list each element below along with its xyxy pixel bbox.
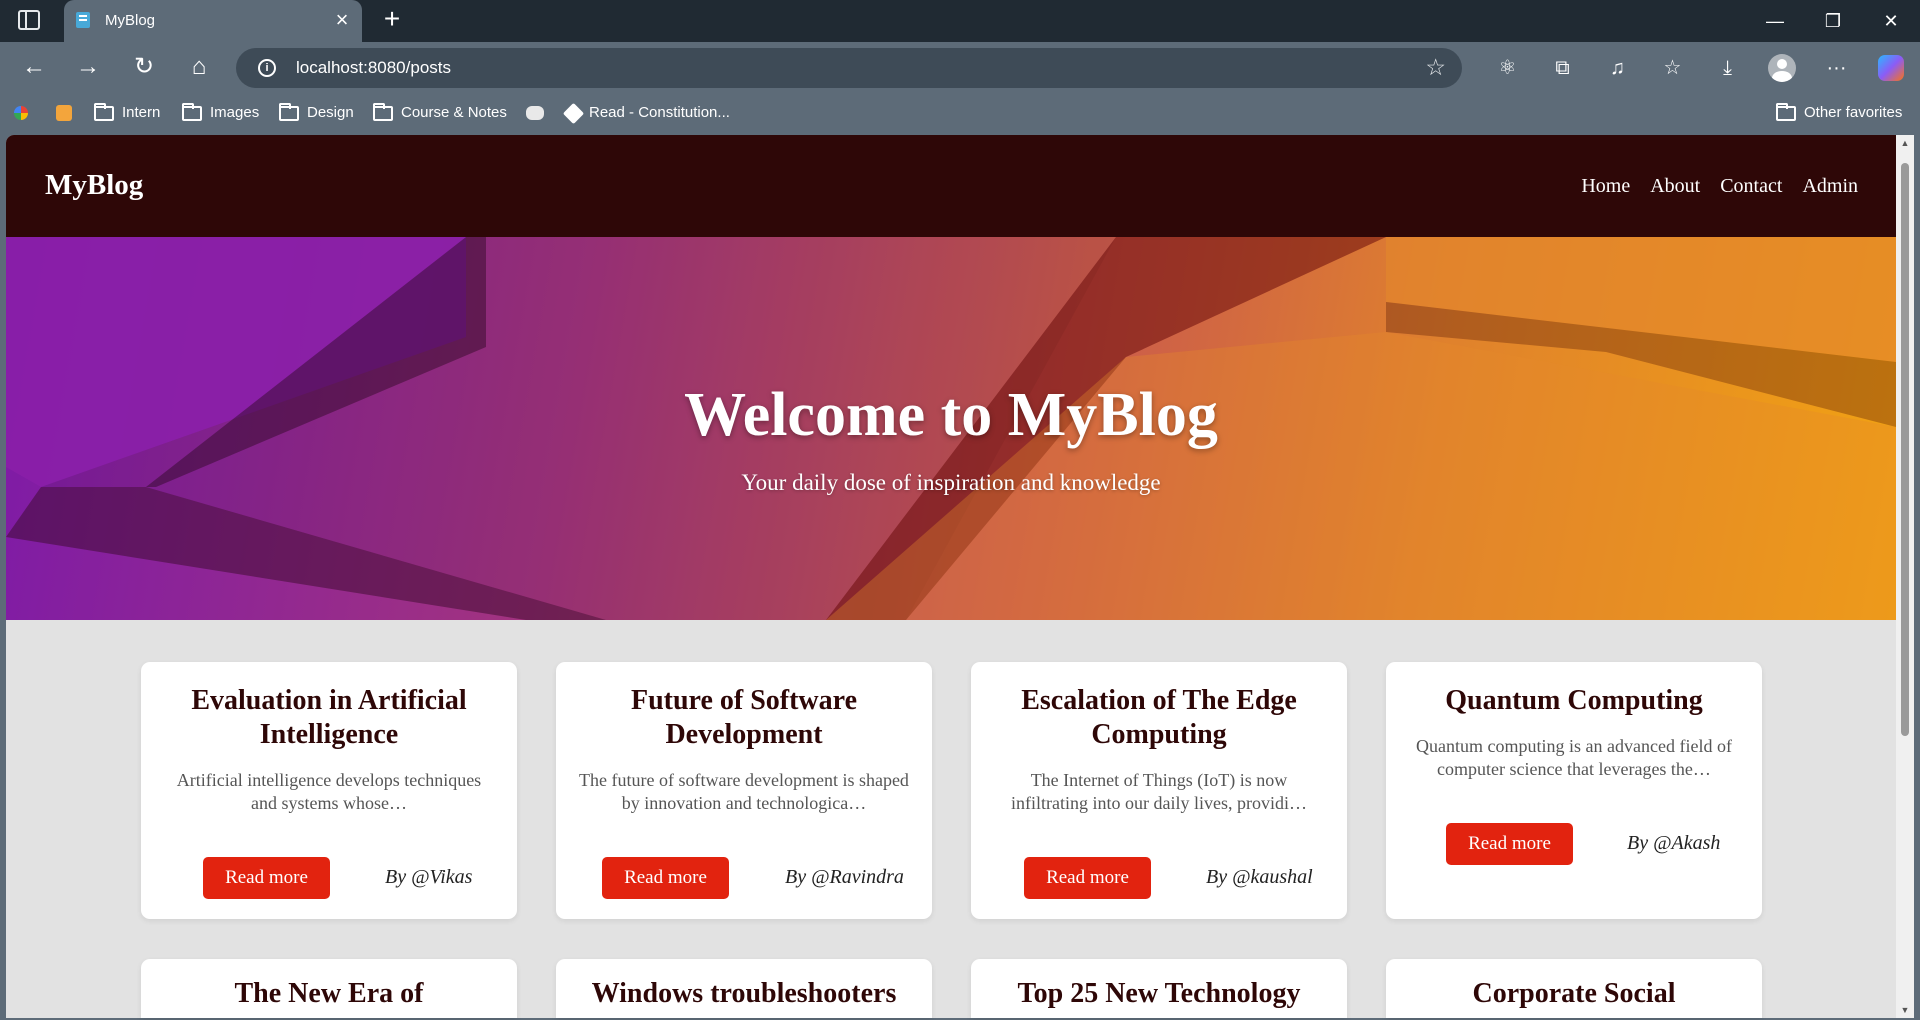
post-title[interactable]: Corporate Social — [1404, 977, 1744, 1011]
media-icon[interactable]: ♫ — [1590, 52, 1645, 84]
folder-icon — [1776, 102, 1796, 121]
window-controls: — ❐ ✕ — [1746, 0, 1920, 42]
copilot-icon[interactable] — [1878, 55, 1904, 81]
browser-titlebar: MyBlog × + — ❐ ✕ — [0, 0, 1920, 42]
nav-about[interactable]: About — [1650, 175, 1700, 198]
site-logo-icon — [56, 105, 72, 121]
bookmark-label: Read - Constitution... — [589, 104, 730, 121]
post-excerpt: Quantum computing is an advanced field o… — [1416, 736, 1732, 779]
forward-icon[interactable]: → — [72, 52, 104, 84]
read-more-button[interactable]: Read more — [1024, 857, 1151, 899]
extensions-icon[interactable]: ⧉ — [1535, 52, 1590, 84]
close-window-icon[interactable]: ✕ — [1862, 0, 1920, 42]
restore-icon[interactable]: ❐ — [1804, 0, 1862, 42]
folder-icon — [182, 102, 202, 121]
react-devtools-icon[interactable]: ⚛ — [1480, 52, 1535, 84]
address-bar[interactable]: i localhost:8080/posts ☆ — [236, 48, 1462, 88]
scroll-thumb[interactable] — [1901, 163, 1909, 736]
bookmark-logo-icon[interactable] — [56, 102, 72, 124]
hero-subtitle: Your daily dose of inspiration and knowl… — [741, 470, 1161, 495]
post-card: Windows troubleshooters — [556, 959, 932, 1018]
bookmark-label: Course & Notes — [401, 104, 507, 121]
scroll-up-icon[interactable]: ▲ — [1900, 139, 1910, 148]
nav-home[interactable]: Home — [1581, 175, 1630, 198]
read-more-button[interactable]: Read more — [203, 857, 330, 899]
home-icon[interactable]: ⌂ — [183, 52, 215, 84]
toolbar-icons: ⚛ ⧉ ♫ ☆ ⤓ ··· — [1480, 52, 1918, 84]
tab-favicon-icon — [76, 12, 90, 28]
post-title[interactable]: Windows troubleshooters — [566, 977, 922, 1011]
post-author: By @Akash — [1627, 832, 1721, 854]
browser-toolbar: ← → ↻ ⌂ i localhost:8080/posts ☆ ⚛ ⧉ ♫ ☆… — [0, 42, 1920, 94]
url-text[interactable]: localhost:8080/posts — [296, 58, 451, 78]
post-card: Evaluation in Artificial Intelligence Ar… — [141, 662, 517, 919]
bookmark-constitution[interactable]: Read - Constitution... — [562, 102, 730, 124]
read-more-button[interactable]: Read more — [602, 857, 729, 899]
bookmark-label: Intern — [122, 104, 161, 121]
hero-banner: Welcome to MyBlog Your daily dose of ins… — [6, 237, 1896, 620]
post-card: Quantum Computing Quantum computing is a… — [1386, 662, 1762, 919]
refresh-icon[interactable]: ↻ — [128, 52, 160, 84]
post-card: Future of Software Development The futur… — [556, 662, 932, 919]
folder-icon — [373, 102, 393, 121]
post-title[interactable]: Escalation of The Edge Computing — [989, 684, 1329, 752]
post-card: The New Era of — [141, 959, 517, 1018]
tab-title: MyBlog — [105, 12, 156, 29]
hero-title: Welcome to MyBlog — [684, 381, 1218, 449]
post-card: Corporate Social — [1386, 959, 1762, 1018]
downloads-icon[interactable]: ⤓ — [1700, 52, 1755, 84]
bookmarks-bar: Intern Images Design Course & Notes Read… — [0, 94, 1920, 132]
post-title[interactable]: Future of Software Development — [574, 684, 914, 752]
post-card: Escalation of The Edge Computing The Int… — [971, 662, 1347, 919]
post-card: Top 25 New Technology — [971, 959, 1347, 1018]
tab-close-icon[interactable]: × — [330, 9, 354, 33]
post-excerpt: Artificial intelligence develops techniq… — [176, 770, 482, 813]
bookmark-design[interactable]: Design — [279, 102, 354, 124]
nav-admin[interactable]: Admin — [1802, 175, 1858, 198]
bookmark-other-favorites[interactable]: Other favorites — [1776, 102, 1902, 124]
post-excerpt: The future of software development is sh… — [579, 770, 909, 813]
site-header: MyBlog Home About Contact Admin — [6, 135, 1896, 237]
bookmark-label: Design — [307, 104, 354, 121]
browser-tab[interactable]: MyBlog × — [64, 0, 362, 42]
folder-icon — [94, 102, 114, 121]
bookmark-course-notes[interactable]: Course & Notes — [373, 102, 507, 124]
post-author: By @kaushal — [1206, 866, 1313, 888]
post-excerpt: The Internet of Things (IoT) is now infi… — [1011, 770, 1307, 813]
post-title[interactable]: Top 25 New Technology — [981, 977, 1337, 1011]
post-author: By @Ravindra — [785, 866, 904, 888]
site-nav: Home About Contact Admin — [1581, 175, 1858, 198]
bookmark-cow-icon[interactable] — [526, 102, 544, 124]
page-scrollbar[interactable]: ▲ ▼ — [1896, 135, 1914, 1018]
favorites-icon[interactable]: ☆ — [1645, 52, 1700, 84]
cow-icon — [526, 106, 544, 120]
more-menu-icon[interactable]: ··· — [1809, 52, 1864, 84]
read-more-button[interactable]: Read more — [1446, 823, 1573, 865]
post-title[interactable]: The New Era of — [159, 977, 499, 1011]
profile-avatar[interactable] — [1768, 54, 1796, 82]
bookmark-apps-icon[interactable] — [14, 102, 28, 124]
google-apps-icon — [14, 106, 28, 120]
bookmark-label: Other favorites — [1804, 104, 1903, 121]
minimize-icon[interactable]: — — [1746, 0, 1804, 42]
favorite-star-icon[interactable]: ☆ — [1425, 54, 1446, 81]
bookmark-intern[interactable]: Intern — [94, 102, 160, 124]
bookmark-label: Images — [210, 104, 260, 121]
post-title[interactable]: Quantum Computing — [1404, 684, 1744, 718]
site-info-icon[interactable]: i — [258, 59, 276, 77]
bookmark-images[interactable]: Images — [182, 102, 259, 124]
scroll-down-icon[interactable]: ▼ — [1900, 1006, 1910, 1015]
folder-icon — [279, 102, 299, 121]
diamond-logo-icon — [562, 102, 585, 124]
post-author: By @Vikas — [385, 866, 473, 888]
back-icon[interactable]: ← — [18, 52, 50, 84]
nav-contact[interactable]: Contact — [1720, 175, 1782, 198]
site-brand[interactable]: MyBlog — [45, 169, 143, 202]
sidebar-toggle-icon[interactable] — [18, 10, 40, 30]
post-title[interactable]: Evaluation in Artificial Intelligence — [159, 684, 499, 752]
new-tab-icon[interactable]: + — [378, 5, 406, 34]
